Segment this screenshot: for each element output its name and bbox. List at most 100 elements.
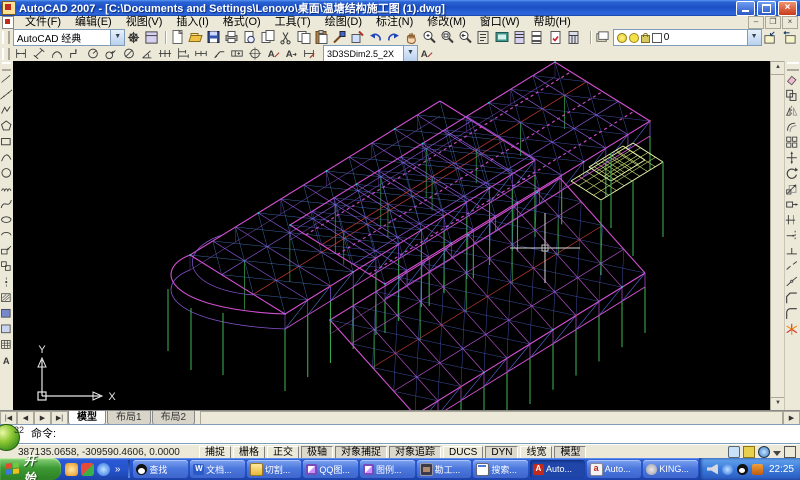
layer-freeze-icon[interactable]: [629, 33, 639, 43]
line-icon[interactable]: [2, 75, 11, 82]
layer-previous-icon[interactable]: [784, 31, 795, 43]
menu-help[interactable]: 帮助(H): [527, 16, 578, 29]
erase-icon[interactable]: [788, 76, 796, 84]
chevron-down-icon[interactable]: ▼: [110, 30, 124, 45]
dimension-text-edit-icon[interactable]: A: [286, 49, 296, 60]
plot-icon[interactable]: [226, 32, 237, 43]
quick-dimension-icon[interactable]: [159, 50, 171, 57]
volume-icon[interactable]: [707, 464, 718, 475]
undo-icon[interactable]: [370, 34, 380, 41]
cut-icon[interactable]: [281, 33, 290, 44]
join-icon[interactable]: [787, 277, 797, 286]
dimension-edit-icon[interactable]: A: [421, 49, 432, 60]
doc-minimize-button[interactable]: –: [748, 16, 764, 29]
doc-restore-button[interactable]: ❐: [765, 16, 781, 29]
design-center-icon[interactable]: [496, 33, 508, 42]
toggle-ortho[interactable]: 正交: [267, 446, 299, 459]
toolbar-grip[interactable]: [2, 48, 10, 60]
zoom-previous-icon[interactable]: [460, 32, 471, 43]
angular-dimension-icon[interactable]: [143, 51, 152, 58]
spline-icon[interactable]: [1, 200, 11, 208]
qq-icon[interactable]: [737, 464, 748, 475]
launch-b-icon[interactable]: [81, 463, 94, 476]
fillet-icon[interactable]: [787, 309, 797, 319]
dimstyle-combo[interactable]: 3D3SDim2.5_2X ▼: [323, 45, 418, 62]
command-line[interactable]: 命令:: [0, 424, 800, 444]
zoom-realtime-icon[interactable]: [424, 32, 435, 43]
copy-object-icon[interactable]: [787, 90, 796, 100]
layers-manager-icon[interactable]: [597, 32, 608, 41]
move-icon[interactable]: [787, 151, 797, 164]
trim-icon[interactable]: [786, 215, 795, 224]
menu-file[interactable]: 文件(F): [18, 16, 68, 29]
block-editor-icon[interactable]: [352, 32, 363, 43]
toggle-otrack[interactable]: 对象追踪: [389, 446, 441, 459]
arc-icon[interactable]: [2, 155, 11, 161]
baseline-dimension-icon[interactable]: [179, 48, 189, 59]
quick-leader-icon[interactable]: [215, 52, 225, 58]
center-mark-icon[interactable]: [249, 47, 261, 59]
region-icon[interactable]: [2, 325, 11, 333]
make-object-layer-icon[interactable]: [765, 32, 774, 43]
tab-prev-icon[interactable]: ◀: [17, 411, 34, 425]
polyline-icon[interactable]: [2, 107, 11, 114]
restore-button[interactable]: [757, 1, 776, 16]
taskbar-task[interactable]: 图例...: [360, 460, 415, 478]
start-button[interactable]: 开始: [0, 458, 61, 480]
chevron-down-icon[interactable]: ▼: [403, 46, 417, 61]
toggle-grid[interactable]: 栅格: [233, 446, 265, 459]
quicklaunch-overflow[interactable]: »: [113, 464, 123, 475]
aligned-dimension-icon[interactable]: [34, 48, 45, 59]
taskbar-task[interactable]: 勘工...: [417, 460, 472, 478]
stretch-icon[interactable]: [787, 202, 798, 207]
doc-close-button[interactable]: ×: [782, 16, 798, 29]
tab-layout2[interactable]: 布局2: [152, 411, 196, 425]
break-icon[interactable]: [787, 261, 797, 269]
toggle-polar[interactable]: 极轴: [301, 446, 333, 459]
construction-line-icon[interactable]: [0, 90, 12, 99]
status-menu-arrow-icon[interactable]: [773, 451, 781, 456]
toggle-ducs[interactable]: DUCS: [443, 446, 483, 459]
point-icon[interactable]: [5, 277, 7, 286]
menu-window[interactable]: 窗口(W): [473, 16, 527, 29]
toolbar-grip[interactable]: [2, 31, 10, 45]
new-file-icon[interactable]: [173, 31, 182, 44]
zoom-window-icon[interactable]: [442, 32, 453, 43]
minimize-button[interactable]: [736, 1, 755, 16]
make-block-icon[interactable]: [2, 262, 11, 271]
break-at-point-icon[interactable]: [787, 248, 797, 254]
arc-length-dimension-icon[interactable]: [53, 52, 62, 58]
rotate-icon[interactable]: [787, 167, 798, 178]
scale-icon[interactable]: [787, 185, 796, 194]
taskbar-task[interactable]: Auto...: [587, 460, 642, 478]
toolbar-grip[interactable]: [2, 62, 11, 71]
jogged-dimension-icon[interactable]: [106, 50, 115, 58]
offset-icon[interactable]: [788, 123, 797, 132]
continue-dimension-icon[interactable]: [196, 51, 207, 56]
array-icon[interactable]: [787, 137, 797, 147]
toolbar-grip[interactable]: [787, 62, 799, 71]
match-properties-icon[interactable]: [334, 32, 345, 43]
ellipse-arc-icon[interactable]: [2, 232, 11, 235]
circle-icon[interactable]: [2, 169, 11, 178]
tab-last-icon[interactable]: ▶|: [51, 411, 68, 425]
multiline-text-icon[interactable]: A: [3, 356, 10, 366]
tolerance-icon[interactable]: [232, 51, 243, 56]
horizontal-scrollbar[interactable]: [200, 411, 783, 425]
taskbar-task[interactable]: 文档...: [190, 460, 245, 478]
toggle-osnap[interactable]: 对象捕捉: [335, 446, 387, 459]
tab-next-icon[interactable]: ▶: [34, 411, 51, 425]
paste-icon[interactable]: [316, 31, 327, 44]
workspace-combo[interactable]: AutoCAD 经典 ▼: [13, 29, 125, 46]
gradient-icon[interactable]: [2, 309, 11, 317]
revision-cloud-icon[interactable]: [2, 189, 11, 191]
vertical-scrollbar[interactable]: ▲ ▼: [770, 61, 784, 410]
layer-lock-icon[interactable]: [641, 35, 650, 43]
menu-modify[interactable]: 修改(M): [420, 16, 473, 29]
communication-center-icon[interactable]: [758, 446, 770, 458]
dimension-edit-icon[interactable]: A: [268, 49, 279, 60]
explode-icon[interactable]: [787, 324, 797, 335]
tool-palettes-icon[interactable]: [515, 32, 524, 44]
insert-block-icon[interactable]: [2, 246, 11, 254]
taskbar-task[interactable]: KING...: [643, 460, 698, 478]
